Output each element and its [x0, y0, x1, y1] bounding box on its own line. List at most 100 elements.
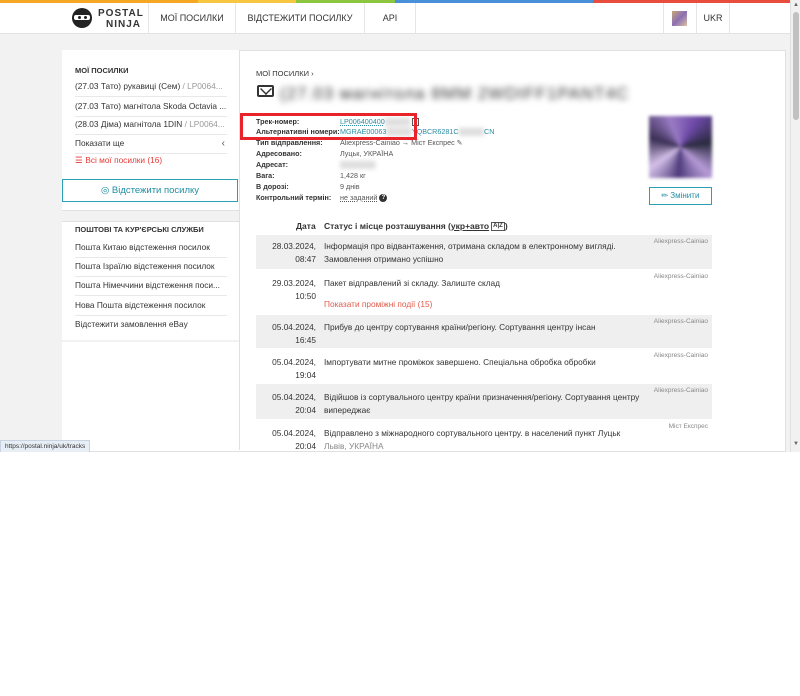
event-date-time: 20:04 — [295, 405, 316, 415]
deadline-label: Контрольний термін: — [256, 193, 332, 202]
vertical-scrollbar[interactable]: ▲ ▼ — [790, 0, 800, 452]
recipient-label: Адресат: — [256, 160, 289, 169]
event-date-time: 19:04 — [295, 370, 316, 380]
browser-viewport: POSTAL NINJA МОЇ ПОСИЛКИ ВІДСТЕЖИТИ ПОСИ… — [0, 0, 790, 452]
scroll-down-icon[interactable]: ▼ — [793, 441, 799, 447]
event-text: Відправлено з міжнародного сортувального… — [324, 427, 650, 452]
status-bar-url: https://postal.ninja/uk/tracks — [0, 440, 91, 452]
event-source: Aliexpress-Cainiao — [653, 318, 708, 325]
breadcrumb[interactable]: МОЇ ПОСИЛКИ › — [256, 69, 314, 78]
sidebar-parcel-item[interactable]: (28.03 Діма) магнітола 1DIN / LP0064... — [75, 115, 227, 135]
event-source: Міст Експрес — [668, 423, 708, 430]
service-link[interactable]: Нова Пошта відстеження посилок — [75, 296, 227, 316]
brand-line-2: NINJA — [106, 19, 142, 30]
postal-ninja-logo[interactable]: POSTAL NINJA — [72, 6, 143, 30]
change-button-label: Змінити — [670, 191, 700, 200]
ninja-eye — [78, 16, 81, 19]
event-source: Aliexpress-Cainiao — [653, 352, 708, 359]
parcel-code: / LP0064... — [184, 119, 225, 129]
all-parcels-link[interactable]: ☰ Всі мої посилки (16) — [75, 155, 162, 165]
event-date-time: 10:50 — [295, 291, 316, 301]
nav-track-parcel[interactable]: ВІДСТЕЖИТИ ПОСИЛКУ — [235, 3, 364, 33]
event-text: Прибув до центру сортування країни/регіо… — [324, 322, 596, 332]
event-date: 29.03.2024, 10:50 — [256, 277, 316, 303]
service-link[interactable]: Пошта Німеччини відстеження поси... — [75, 276, 227, 296]
service-link[interactable]: Відстежити замовлення eBay — [75, 315, 227, 334]
brand-line-1: POSTAL — [98, 8, 144, 19]
breadcrumb-link[interactable]: МОЇ ПОСИЛКИ — [256, 69, 309, 78]
event-source: Aliexpress-Cainiao — [653, 387, 708, 394]
event-text: Інформація про відвантаження, отримана с… — [324, 241, 616, 264]
list-icon: ☰ — [75, 155, 83, 165]
weight-value: 1,428 кг — [340, 171, 366, 180]
event-source: Aliexpress-Cainiao — [653, 273, 708, 280]
ninja-eye — [84, 16, 87, 19]
alt-number-part3: CN — [484, 127, 495, 136]
parcel-code: / LP0064... — [182, 81, 223, 91]
sidebar-parcel-item[interactable]: (27.03 Тато) магнітола Skoda Octavia ... — [75, 97, 227, 117]
tracking-event-row: 29.03.2024, 10:50 Пакет відправлений зі с… — [256, 270, 712, 314]
event-date: 28.03.2024, 08:47 — [256, 240, 316, 266]
service-link[interactable]: Пошта Ізраїлю відстеження посилок — [75, 257, 227, 277]
product-thumbnail[interactable] — [649, 116, 712, 178]
in-transit-value: 9 днів — [340, 182, 360, 191]
event-date-day: 29.03.2024, — [272, 278, 316, 288]
service-link[interactable]: Пошта Китаю відстеження посилок — [75, 238, 227, 258]
postal-services-title: ПОШТОВІ ТА КУР'ЄРСЬКІ СЛУЖБИ — [75, 225, 204, 234]
envelope-icon — [257, 85, 274, 97]
chevron-left-icon: ‹ — [221, 138, 225, 149]
sort-az-icon[interactable]: A|Z — [491, 222, 505, 232]
show-more-toggle[interactable]: Показати ще ‹ — [75, 134, 227, 154]
weight-label: Вага: — [256, 171, 275, 180]
tracking-event-row: 28.03.2024, 08:47 Інформація про відванта… — [256, 235, 712, 269]
breadcrumb-separator: › — [311, 69, 314, 78]
alt-number-hidden: ▒▒▒▒▒ — [458, 127, 485, 136]
top-navigation: POSTAL NINJA МОЇ ПОСИЛКИ ВІДСТЕЖИТИ ПОСИ… — [0, 3, 790, 34]
sidebar: МОЇ ПОСИЛКИ (27.03 Тато) рукавиці (Сем) … — [62, 50, 240, 450]
change-button[interactable]: ✎Змінити — [649, 187, 712, 205]
deadline-value[interactable]: не заданий? — [340, 193, 388, 203]
scroll-thumb[interactable] — [793, 12, 799, 120]
pencil-icon[interactable]: ✎ — [457, 138, 463, 147]
parcel-title-row: (27.03 магнітола 8MM 2WDIFF1PANT4C — [256, 82, 646, 106]
recipient-value: ▒▒▒▒▒▒▒ — [340, 160, 376, 169]
show-intermediate-events-link[interactable]: Показати проміжні події (15) — [324, 298, 432, 311]
event-date-time: 20:04 — [295, 441, 316, 451]
scroll-up-icon[interactable]: ▲ — [793, 2, 799, 8]
show-more-label: Показати ще — [75, 138, 125, 148]
in-transit-label: В дорозі: — [256, 182, 289, 191]
sidebar-divider — [62, 340, 239, 342]
tracking-event-row: 05.04.2024, 19:04 Імпортувати митне промі… — [256, 349, 712, 383]
event-text: Імпортувати митне проміжок завершено. Сп… — [324, 357, 596, 367]
event-date: 05.04.2024, 20:04 — [256, 427, 316, 452]
event-source: Aliexpress-Cainiao — [653, 238, 708, 245]
language-switch[interactable]: UKR — [696, 3, 730, 33]
event-text: Пакет відправлений зі складу. Залиште ск… — [324, 277, 650, 311]
event-date-day: 05.04.2024, — [272, 357, 316, 367]
status-header-text: Статус і місце розташування ( — [324, 221, 451, 231]
event-date-day: 05.04.2024, — [272, 428, 316, 438]
tracking-event-row: 05.04.2024, 16:45 Прибув до центру сортув… — [256, 315, 712, 348]
parcel-title: (27.03 магнітола 8MM 2WDIFF1PANT4C — [280, 84, 630, 103]
event-date-time: 08:47 — [295, 254, 316, 264]
event-text-main: Пакет відправлений зі складу. Залиште ск… — [324, 278, 500, 288]
track-button-label: Відстежити посилку — [111, 185, 200, 196]
event-date-time: 16:45 — [295, 335, 316, 345]
sidebar-parcel-item[interactable]: (27.03 Тато) рукавиці (Сем) / LP0064... — [75, 77, 227, 97]
nav-api[interactable]: API — [364, 3, 416, 33]
ninja-band — [74, 15, 90, 20]
user-avatar[interactable] — [663, 3, 696, 33]
date-column-header: Дата — [296, 221, 316, 231]
nav-my-parcels[interactable]: МОЇ ПОСИЛКИ — [148, 3, 235, 33]
status-column-header: Статус і місце розташування (укр+авто A|Z… — [324, 221, 508, 232]
highlight-annotation-box — [240, 113, 417, 140]
event-text: Відійшов із сортувального центру країни … — [324, 392, 640, 415]
help-icon[interactable]: ? — [379, 194, 388, 203]
track-parcel-button[interactable]: ◎ Відстежити посилку — [62, 179, 238, 202]
parcel-name: (28.03 Діма) магнітола 1DIN — [75, 119, 183, 129]
deadline-text: не заданий — [340, 193, 378, 202]
status-header-close: ) — [504, 221, 508, 231]
translation-mode-link[interactable]: укр+авто — [451, 221, 489, 231]
addressed-value: Луцьк, УКРАЇНА — [340, 149, 394, 158]
event-location: Львів, УКРАЇНА — [324, 441, 384, 451]
